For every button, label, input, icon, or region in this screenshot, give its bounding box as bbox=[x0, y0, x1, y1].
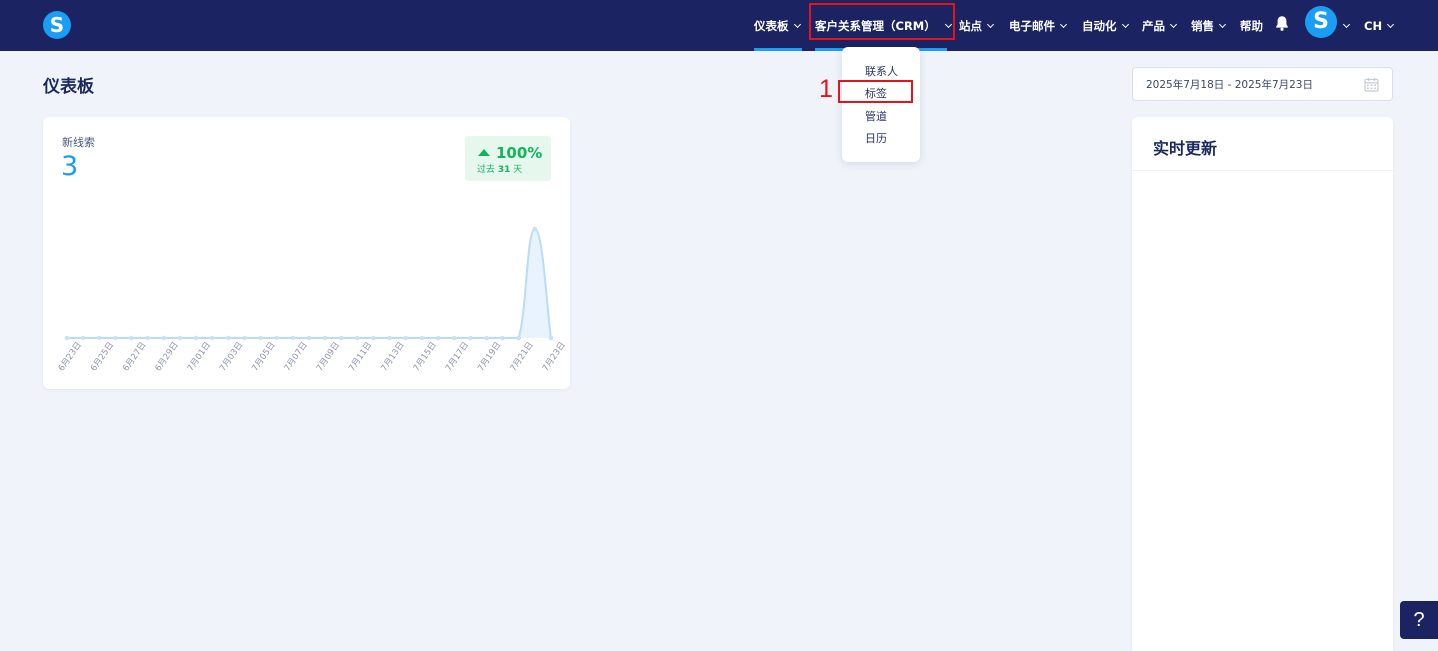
x-tick-label: 7月01日 bbox=[186, 340, 213, 373]
chevron-down-icon bbox=[1169, 20, 1178, 28]
page-title: 仪表板 bbox=[43, 77, 94, 97]
chart-point bbox=[80, 335, 86, 341]
nav-products[interactable]: 产品 bbox=[1142, 0, 1178, 51]
chart-point bbox=[96, 335, 102, 341]
chart-point bbox=[355, 335, 360, 341]
nav-products-label: 产品 bbox=[1142, 18, 1165, 33]
chart-point bbox=[500, 335, 505, 341]
chevron-down-icon bbox=[793, 20, 801, 28]
chart-point bbox=[468, 335, 473, 341]
language-switcher[interactable]: CH bbox=[1364, 0, 1395, 51]
chart-point bbox=[274, 335, 280, 341]
logo-letter: S bbox=[49, 13, 65, 37]
menu-item-calendar[interactable]: 日历 bbox=[865, 130, 887, 146]
chevron-down-icon bbox=[986, 20, 995, 28]
chart-point bbox=[419, 335, 425, 341]
avatar-menu-toggle[interactable] bbox=[1342, 0, 1351, 51]
chart-point bbox=[371, 335, 376, 341]
tags-highlight-box bbox=[838, 80, 913, 103]
annotation-marker: 1 bbox=[819, 75, 833, 103]
chart-point bbox=[64, 335, 70, 341]
chevron-down-icon bbox=[1342, 20, 1351, 28]
chart-point bbox=[193, 335, 199, 341]
chart-point bbox=[290, 335, 296, 341]
x-tick-label: 7月03日 bbox=[218, 340, 245, 373]
nav-sites-label: 站点 bbox=[959, 18, 982, 33]
chart-point bbox=[129, 335, 134, 341]
live-updates-panel: 实时更新 bbox=[1132, 117, 1393, 651]
crm-highlight-box bbox=[809, 3, 955, 40]
x-tick-label: 7月19日 bbox=[476, 340, 503, 373]
logo[interactable]: S bbox=[43, 11, 71, 39]
x-tick-label: 7月07日 bbox=[283, 340, 310, 373]
x-tick-label: 6月27日 bbox=[121, 340, 148, 373]
chart-point bbox=[435, 335, 441, 341]
chevron-down-icon bbox=[1121, 20, 1129, 28]
x-tick-label: 6月25日 bbox=[89, 340, 116, 373]
chart-point bbox=[387, 335, 392, 341]
chart-point bbox=[226, 335, 231, 341]
x-tick-label: 7月21日 bbox=[508, 340, 535, 373]
nav-dashboard-label: 仪表板 bbox=[754, 18, 789, 33]
x-tick-label: 7月09日 bbox=[315, 340, 342, 373]
nav-dashboard[interactable]: 仪表板 bbox=[754, 0, 801, 51]
chart-point bbox=[145, 335, 150, 341]
chevron-down-icon bbox=[1059, 20, 1068, 28]
date-range-value: 2025年7月18日 - 2025年7月23日 bbox=[1146, 78, 1313, 91]
chart-point bbox=[242, 335, 247, 341]
chart-area bbox=[67, 229, 551, 338]
nav-active-indicator bbox=[754, 48, 802, 51]
help-button[interactable]: ? bbox=[1400, 601, 1438, 639]
calendar-icon bbox=[1364, 78, 1379, 92]
x-tick-label: 7月23日 bbox=[541, 340, 568, 373]
avatar[interactable]: S bbox=[1305, 6, 1337, 38]
chart-point bbox=[548, 335, 554, 341]
crm-dropdown-menu: 联系人 标签 管道 日历 bbox=[842, 47, 920, 162]
nav-automation-label: 自动化 bbox=[1082, 18, 1117, 33]
nav-sales-label: 销售 bbox=[1191, 18, 1214, 33]
chart-point bbox=[306, 335, 312, 341]
x-tick-label: 7月05日 bbox=[250, 340, 277, 373]
nav-automation[interactable]: 自动化 bbox=[1082, 0, 1129, 51]
menu-item-contacts[interactable]: 联系人 bbox=[865, 63, 898, 79]
chart-point bbox=[322, 335, 328, 341]
nav-help[interactable]: 帮助 bbox=[1240, 0, 1263, 51]
top-nav: S 仪表板 客户关系管理（CRM） 站点 电子邮件 自动化 产品 销售 帮助 S… bbox=[0, 0, 1438, 51]
menu-item-pipelines[interactable]: 管道 bbox=[865, 108, 887, 124]
nav-help-label: 帮助 bbox=[1240, 18, 1263, 33]
chart-point bbox=[113, 335, 118, 341]
x-tick-label: 6月23日 bbox=[57, 340, 84, 373]
chart-point bbox=[209, 335, 215, 341]
chevron-down-icon bbox=[1387, 20, 1395, 28]
bell-icon[interactable] bbox=[1275, 15, 1289, 31]
avatar-letter: S bbox=[1313, 9, 1329, 34]
x-tick-label: 7月11日 bbox=[347, 340, 374, 373]
chart-point bbox=[258, 335, 263, 341]
x-tick-label: 7月13日 bbox=[379, 340, 406, 373]
chart-point bbox=[532, 226, 538, 232]
chart-point bbox=[161, 335, 167, 341]
chart-point bbox=[338, 335, 344, 341]
chart-point bbox=[177, 335, 183, 341]
x-tick-label: 7月17日 bbox=[444, 340, 471, 373]
date-range-picker[interactable]: 2025年7月18日 - 2025年7月23日 bbox=[1132, 67, 1393, 101]
divider bbox=[1132, 170, 1393, 171]
nav-sales[interactable]: 销售 bbox=[1191, 0, 1227, 51]
chart-series-line bbox=[67, 227, 552, 339]
language-label: CH bbox=[1364, 18, 1383, 33]
nav-email[interactable]: 电子邮件 bbox=[1009, 0, 1068, 51]
nav-email-label: 电子邮件 bbox=[1009, 18, 1055, 33]
live-updates-title: 实时更新 bbox=[1153, 139, 1218, 158]
x-tick-label: 7月15日 bbox=[412, 340, 439, 373]
chart-point bbox=[451, 335, 457, 341]
chevron-down-icon bbox=[1218, 20, 1227, 28]
x-tick-label: 6月29日 bbox=[154, 340, 181, 373]
chart-point bbox=[403, 335, 409, 341]
new-leads-card: 新线索 3 100% 过去 31 天 6月23日 6月25日 6月27日 6月29日 7… bbox=[43, 117, 570, 389]
nav-sites[interactable]: 站点 bbox=[959, 0, 995, 51]
leads-line-chart: 6月23日 6月25日 6月27日 6月29日 7月01日 7月03日 7月05日 7月07日… bbox=[57, 226, 568, 373]
chart-point bbox=[484, 335, 489, 341]
chart-point bbox=[516, 335, 522, 341]
